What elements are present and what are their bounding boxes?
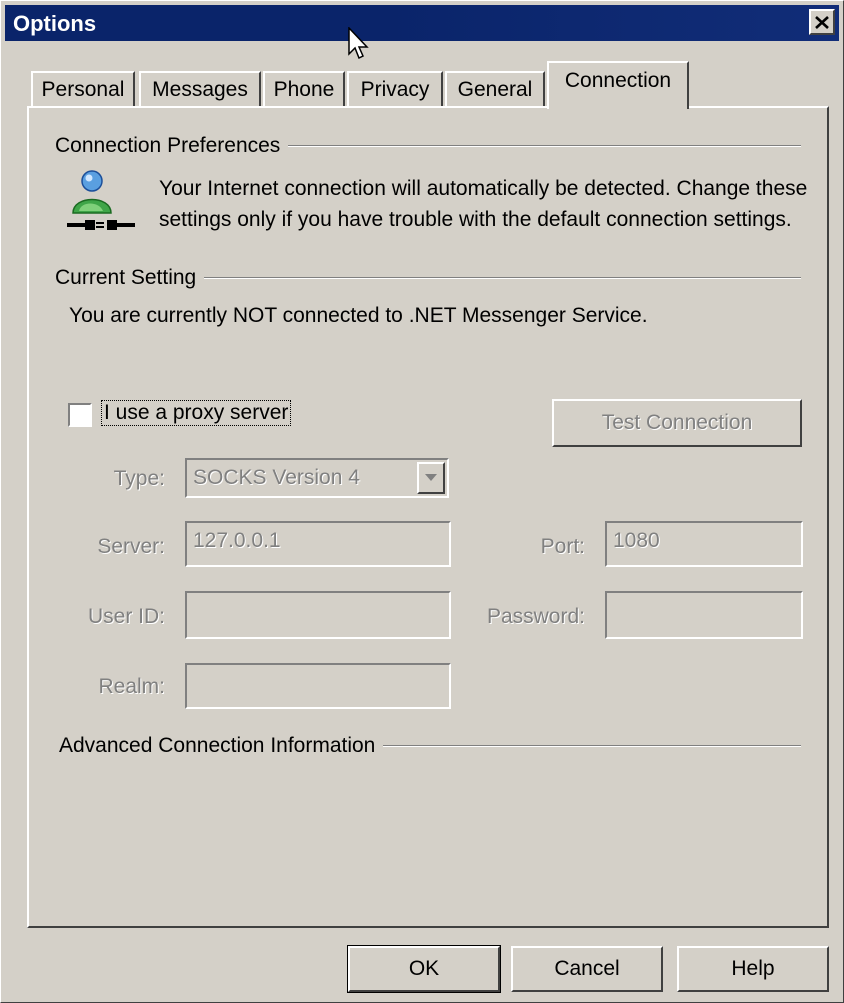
tab-label: Phone xyxy=(273,78,335,101)
tab-phone[interactable]: Phone xyxy=(263,71,345,107)
password-label: Password: xyxy=(486,605,585,628)
mouse-cursor-icon xyxy=(348,27,369,60)
user-id-input[interactable] xyxy=(185,591,451,639)
tab-label: Privacy xyxy=(360,78,430,101)
tab-label: Messages xyxy=(152,78,248,101)
title-bar[interactable]: Options xyxy=(5,5,839,41)
test-connection-button[interactable]: Test Connection xyxy=(552,399,802,447)
divider xyxy=(204,277,801,279)
button-label: Cancel xyxy=(554,957,620,980)
button-label: Help xyxy=(731,957,775,980)
divider xyxy=(288,145,801,147)
tab-connection[interactable]: Connection xyxy=(547,61,689,109)
realm-input[interactable] xyxy=(185,663,451,709)
realm-label: Realm: xyxy=(98,675,165,698)
select-value: SOCKS Version 4 xyxy=(193,466,360,489)
server-input[interactable]: 127.0.0.1 xyxy=(185,521,451,567)
close-icon xyxy=(815,15,829,29)
connection-preferences-header: Connection Preferences xyxy=(55,133,801,159)
user-id-label: User ID: xyxy=(87,605,165,628)
close-button[interactable] xyxy=(809,9,835,35)
password-input[interactable] xyxy=(605,591,803,639)
help-button[interactable]: Help xyxy=(677,946,829,992)
divider xyxy=(383,745,801,747)
group-heading: Current Setting xyxy=(55,266,197,289)
button-label: Test Connection xyxy=(601,411,753,434)
tab-general[interactable]: General xyxy=(445,71,545,107)
tab-label: Personal xyxy=(41,78,125,101)
group-heading: Advanced Connection Information xyxy=(59,734,376,757)
dropdown-button[interactable] xyxy=(417,462,445,494)
tab-messages[interactable]: Messages xyxy=(139,71,261,107)
server-label: Server: xyxy=(97,535,165,558)
chevron-down-icon xyxy=(425,474,437,481)
tab-personal[interactable]: Personal xyxy=(31,71,135,107)
cancel-button[interactable]: Cancel xyxy=(511,946,663,992)
group-heading: Connection Preferences xyxy=(55,134,281,157)
proxy-type-select[interactable]: SOCKS Version 4 xyxy=(185,458,449,498)
connection-info-text: Your Internet connection will automatica… xyxy=(159,177,808,231)
connection-status-text: You are currently NOT connected to .NET … xyxy=(69,304,648,327)
port-input[interactable]: 1080 xyxy=(605,521,803,567)
type-label: Type: xyxy=(113,467,165,490)
port-label: Port: xyxy=(540,535,585,558)
advanced-connection-header: Advanced Connection Information xyxy=(59,733,801,759)
tab-label: General xyxy=(457,78,533,101)
proxy-checkbox-label[interactable]: I use a proxy server xyxy=(100,400,292,426)
ok-button[interactable]: OK xyxy=(347,945,501,993)
messenger-connection-icon xyxy=(67,170,135,230)
tab-privacy[interactable]: Privacy xyxy=(347,71,443,107)
tab-label: Connection xyxy=(564,69,672,92)
proxy-checkbox[interactable] xyxy=(68,403,92,427)
options-dialog: Options Personal Messages Phone Privacy … xyxy=(0,0,844,1003)
current-setting-header: Current Setting xyxy=(55,265,801,291)
button-label: OK xyxy=(408,957,440,980)
window-title: Options xyxy=(13,11,97,36)
